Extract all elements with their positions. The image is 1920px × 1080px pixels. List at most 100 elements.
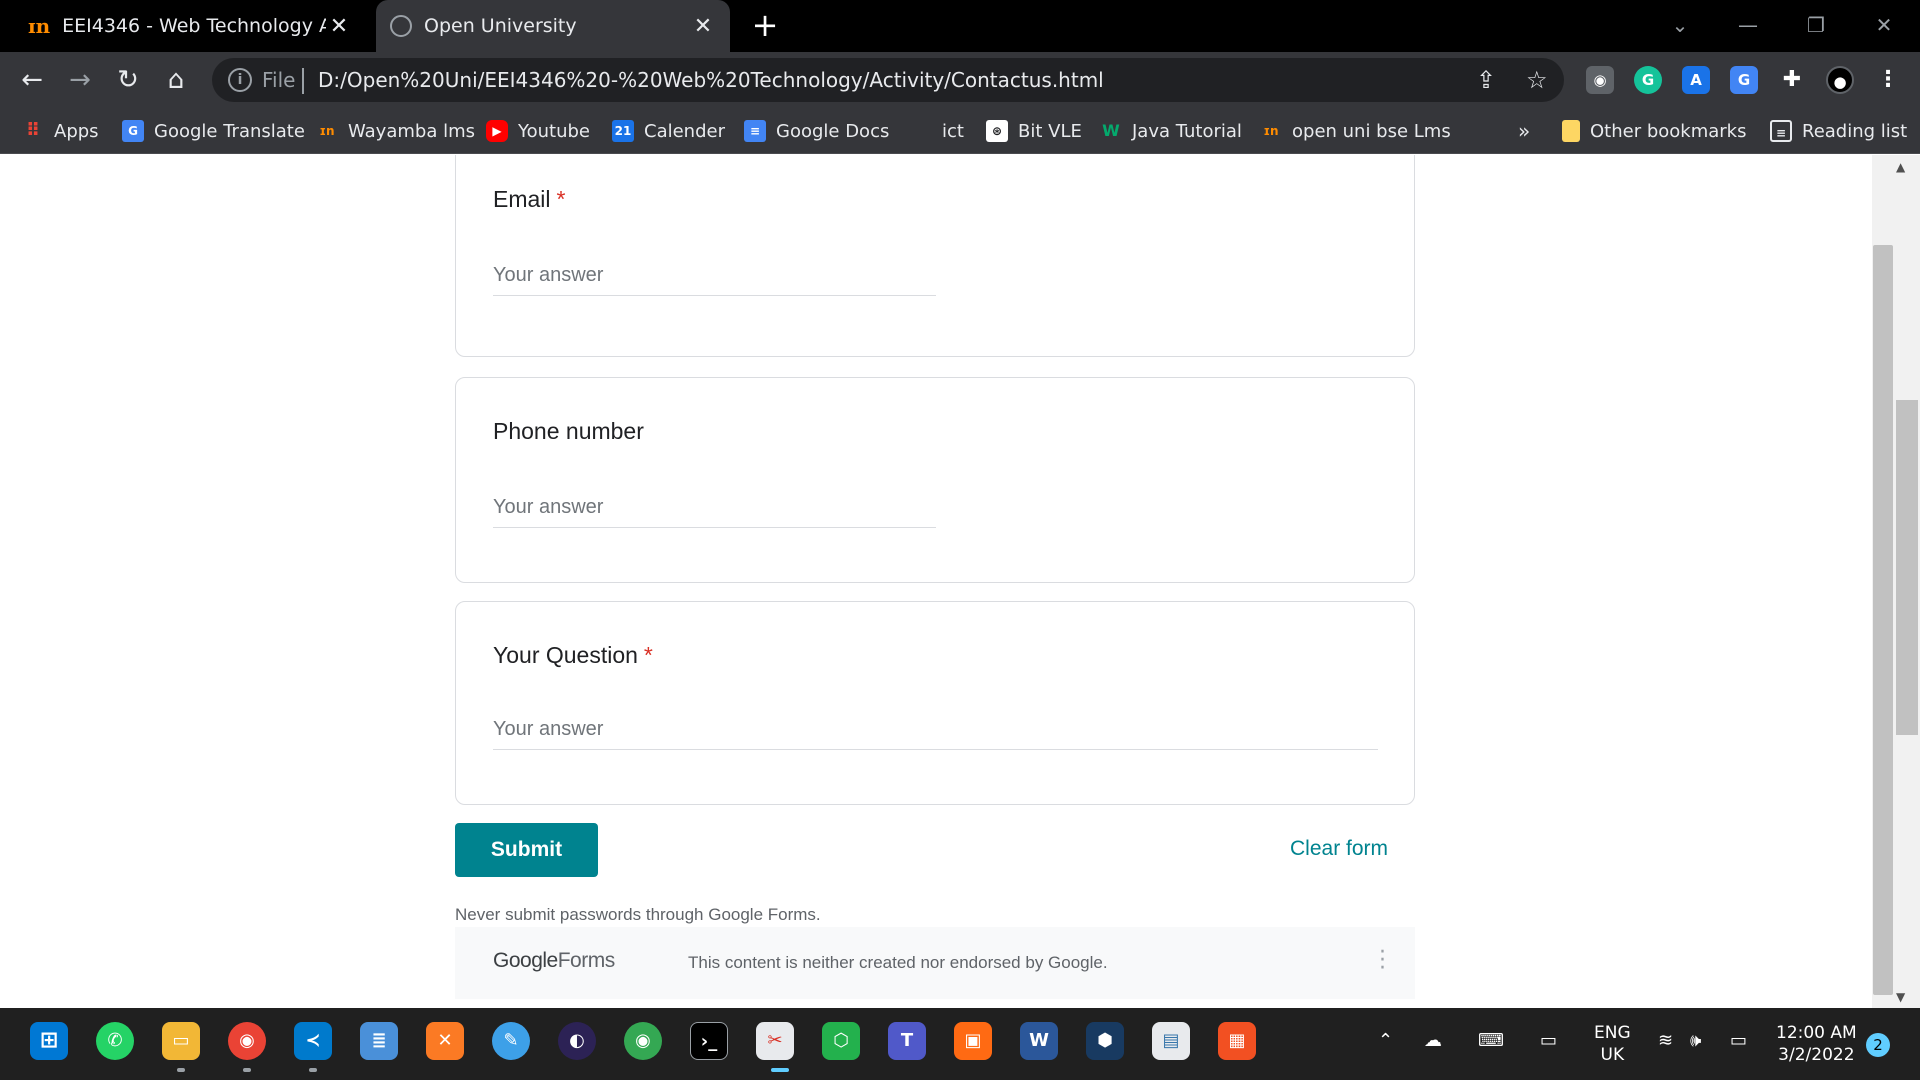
grammarly-icon[interactable]: G [1634, 66, 1662, 94]
bookmark-other-bookmarks[interactable]: Other bookmarks [1562, 116, 1746, 146]
show-hidden-icons-icon[interactable]: ⌃ [1378, 1030, 1393, 1051]
globe-icon [390, 15, 412, 37]
bookmark-wayamba-lms[interactable]: ɪn Wayamba lms [316, 116, 475, 146]
virtualbox-icon[interactable]: ⬢ [1086, 1022, 1124, 1060]
bookmark-google-translate[interactable]: G Google Translate [122, 116, 305, 146]
battery-icon[interactable]: ▭ [1730, 1030, 1747, 1051]
profile-avatar[interactable]: ● [1826, 66, 1854, 94]
browser-tab-strip: ɪn EEI4346 - Web Technology Activit ✕ Op… [0, 0, 1920, 52]
question-input[interactable] [493, 718, 1378, 750]
word-icon[interactable]: W [1020, 1022, 1058, 1060]
xampp-icon[interactable]: ✕ [426, 1022, 464, 1060]
notification-badge[interactable]: 2 [1866, 1033, 1890, 1057]
onedrive-icon[interactable]: ☁ [1424, 1030, 1442, 1051]
extension-colorzilla-icon[interactable]: ◉ [1586, 66, 1614, 94]
bookmark-google-docs[interactable]: ≡ Google Docs [744, 116, 889, 146]
folder-icon [1562, 120, 1580, 142]
tablet-mode-icon[interactable]: ▭ [1540, 1030, 1557, 1051]
new-tab-button[interactable]: + [748, 8, 782, 42]
scroll-down-icon[interactable]: ▼ [1896, 990, 1910, 1004]
extension-a-icon[interactable]: A [1682, 66, 1710, 94]
w3schools-icon: W [1102, 121, 1120, 140]
minimize-icon[interactable]: — [1728, 10, 1768, 40]
bookmarks-bar: ⠿ Apps G Google Translate ɪn Wayamba lms… [0, 108, 1920, 154]
phone-input[interactable] [493, 496, 936, 528]
running-indicator [177, 1068, 185, 1072]
close-icon[interactable]: ✕ [690, 14, 716, 39]
ou-logo-icon: ɪn [28, 14, 51, 38]
extensions-puzzle-icon[interactable]: ✚ [1778, 66, 1806, 94]
question-title: Phone number [493, 418, 644, 444]
bookmark-bit-vle[interactable]: ⊛ Bit VLE [986, 116, 1082, 146]
teams-icon[interactable]: T [888, 1022, 926, 1060]
notepad-icon[interactable]: ≣ [360, 1022, 398, 1060]
snipping-tool-icon[interactable]: ✂ [756, 1022, 794, 1060]
netbeans-icon[interactable]: ⬡ [822, 1022, 860, 1060]
file-explorer-icon[interactable]: ▭ [162, 1022, 200, 1060]
bookmark-open-uni-bse-lms[interactable]: ɪn open uni bse Lms [1260, 116, 1450, 146]
language-indicator[interactable]: ENG UK [1594, 1022, 1631, 1066]
forward-icon[interactable]: → [62, 62, 98, 98]
scroll-up-icon[interactable]: ▲ [1896, 160, 1910, 174]
back-icon[interactable]: ← [14, 62, 50, 98]
eclipse-icon[interactable]: ◐ [558, 1022, 596, 1060]
tab-search-icon[interactable]: ⌄ [1660, 10, 1700, 40]
url-text[interactable]: D:/Open%20Uni/EEI4346%20-%20Web%20Techno… [318, 68, 1104, 92]
bookmark-star-icon[interactable]: ☆ [1526, 66, 1548, 94]
windows-start-icon[interactable]: ⊞ [30, 1022, 68, 1060]
chrome-profile-icon[interactable]: ◉ [624, 1022, 662, 1060]
windows-taskbar: ⊞ ✆ ▭ ◉ ≺ ≣ ✕ ✎ ◐ ◉ ›_ ✂ ⬡ T ▣ W ⬢ ▤ ▦ ⌃… [0, 1008, 1920, 1080]
window-close-icon[interactable]: ✕ [1864, 10, 1904, 40]
microsoft-store-icon[interactable]: ▦ [1218, 1022, 1256, 1060]
ou-logo-icon: ɪn [319, 124, 335, 138]
required-asterisk: * [643, 642, 653, 668]
home-icon[interactable]: ⌂ [158, 62, 194, 98]
bookmark-ict[interactable]: ict [942, 116, 964, 146]
orange-app-icon[interactable]: ▣ [954, 1022, 992, 1060]
vscode-icon[interactable]: ≺ [294, 1022, 332, 1060]
whatsapp-icon[interactable]: ✆ [96, 1022, 134, 1060]
submit-button[interactable]: Submit [455, 823, 598, 877]
share-icon[interactable]: ⇪ [1476, 66, 1496, 94]
question-card-email: Email * [455, 155, 1415, 357]
scrollbar-thumb[interactable] [1896, 400, 1918, 735]
bookmarks-overflow[interactable]: » [1518, 116, 1530, 146]
active-indicator [771, 1068, 789, 1072]
terminal-icon[interactable]: ›_ [690, 1022, 728, 1060]
google-forms-logo[interactable]: GoogleForms [493, 949, 615, 973]
tab-open-university[interactable]: Open University ✕ [376, 0, 730, 52]
menu-kebab-icon[interactable]: ⋮ [1874, 66, 1902, 94]
question-card-phone: Phone number [455, 377, 1415, 583]
keyboard-icon[interactable]: ⌨ [1478, 1030, 1504, 1051]
calendar-icon: 21 [612, 120, 634, 142]
bookmark-apps[interactable]: ⠿ Apps [22, 116, 99, 146]
restore-icon[interactable]: ❐ [1796, 10, 1836, 40]
page-viewport: Email* Phone number Your Question* Submi… [0, 155, 1872, 1008]
clock[interactable]: 12:00 AM 3/2/2022 [1776, 1022, 1857, 1066]
info-icon[interactable]: i [228, 68, 252, 92]
address-bar[interactable]: i File D:/Open%20Uni/EEI4346%20-%20Web%2… [212, 58, 1564, 102]
apps-grid-icon: ⠿ [25, 120, 41, 141]
reload-icon[interactable]: ↻ [110, 62, 146, 98]
more-options-icon[interactable]: · · · [1379, 942, 1386, 980]
clear-form-button[interactable]: Clear form [1290, 837, 1388, 861]
google-docs-icon: ≡ [744, 120, 766, 142]
google-forms-footer: GoogleForms This content is neither crea… [455, 927, 1415, 999]
google-translate-icon: G [122, 120, 144, 142]
bookmark-calender[interactable]: 21 Calender [612, 116, 725, 146]
chrome-icon[interactable]: ◉ [228, 1022, 266, 1060]
youtube-icon: ▶ [486, 120, 508, 142]
google-translate-ext-icon[interactable]: G [1730, 66, 1758, 94]
bookmark-youtube[interactable]: ▶ Youtube [486, 116, 590, 146]
tab-eei4346[interactable]: ɪn EEI4346 - Web Technology Activit ✕ [14, 0, 366, 52]
endorsement-note: This content is neither created nor endo… [688, 953, 1108, 972]
reading-list-icon: ≡ [1770, 120, 1792, 142]
bookmark-java-tutorial[interactable]: W Java Tutorial [1100, 116, 1242, 146]
close-icon[interactable]: ✕ [326, 14, 352, 39]
reading-list-button[interactable]: ≡ Reading list [1770, 116, 1907, 146]
paint-icon[interactable]: ✎ [492, 1022, 530, 1060]
python-file-icon[interactable]: ▤ [1152, 1022, 1190, 1060]
email-input[interactable] [493, 264, 936, 296]
volume-icon[interactable]: 🕪 [1690, 1030, 1701, 1051]
wifi-icon[interactable]: ≋ [1658, 1030, 1673, 1051]
